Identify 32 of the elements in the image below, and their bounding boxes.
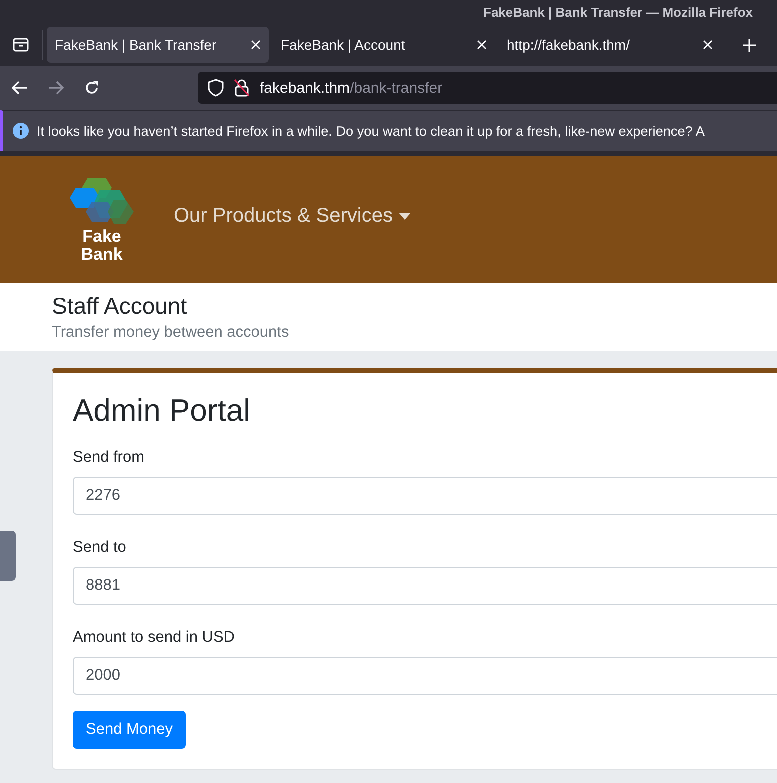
window-title: FakeBank | Bank Transfer — Mozilla Firefox bbox=[484, 4, 753, 20]
field-label: Send to bbox=[73, 539, 128, 557]
input-field[interactable]: 2000 bbox=[73, 657, 777, 695]
caret-icon bbox=[398, 213, 411, 220]
close-icon[interactable] bbox=[251, 40, 261, 50]
page-title: Staff Account bbox=[52, 292, 188, 320]
new-tab-icon[interactable] bbox=[743, 38, 756, 52]
browser-tab[interactable]: http://fakebank.thm/ bbox=[499, 27, 721, 63]
forward-icon[interactable] bbox=[48, 81, 64, 95]
shield-icon[interactable] bbox=[208, 79, 224, 97]
logo-text: Fake Bank bbox=[81, 228, 123, 264]
reload-icon[interactable] bbox=[84, 80, 100, 96]
products-menu-link[interactable]: Our Products & Services bbox=[174, 205, 411, 228]
card-title: Admin Portal bbox=[73, 393, 252, 429]
address-bar[interactable]: fakebank.thm/bank-transfer bbox=[198, 72, 777, 104]
send-money-button[interactable]: Send Money bbox=[73, 711, 186, 749]
url-text[interactable]: fakebank.thm/bank-transfer bbox=[260, 80, 443, 96]
back-icon[interactable] bbox=[12, 81, 28, 95]
info-icon bbox=[13, 123, 29, 139]
side-panel-handle[interactable] bbox=[0, 531, 16, 581]
notification-text: It looks like you haven’t started Firefox in a while. Do you want to clean it up for a fresh, like-new experience? A bbox=[37, 124, 705, 138]
browser-tab[interactable]: FakeBank | Account bbox=[273, 27, 495, 63]
field-label: Amount to send in USD bbox=[73, 629, 236, 647]
close-icon[interactable] bbox=[703, 40, 713, 50]
input-field[interactable]: 8881 bbox=[73, 567, 777, 605]
input-field[interactable]: 2276 bbox=[73, 477, 777, 515]
field-label: Send from bbox=[73, 449, 146, 467]
tab-manager-icon[interactable] bbox=[13, 38, 29, 52]
page-subtitle: Transfer money between accounts bbox=[52, 324, 290, 342]
browser-tab[interactable]: FakeBank | Bank Transfer bbox=[47, 27, 269, 63]
close-icon[interactable] bbox=[477, 40, 487, 50]
insecure-lock-icon[interactable] bbox=[234, 79, 250, 97]
